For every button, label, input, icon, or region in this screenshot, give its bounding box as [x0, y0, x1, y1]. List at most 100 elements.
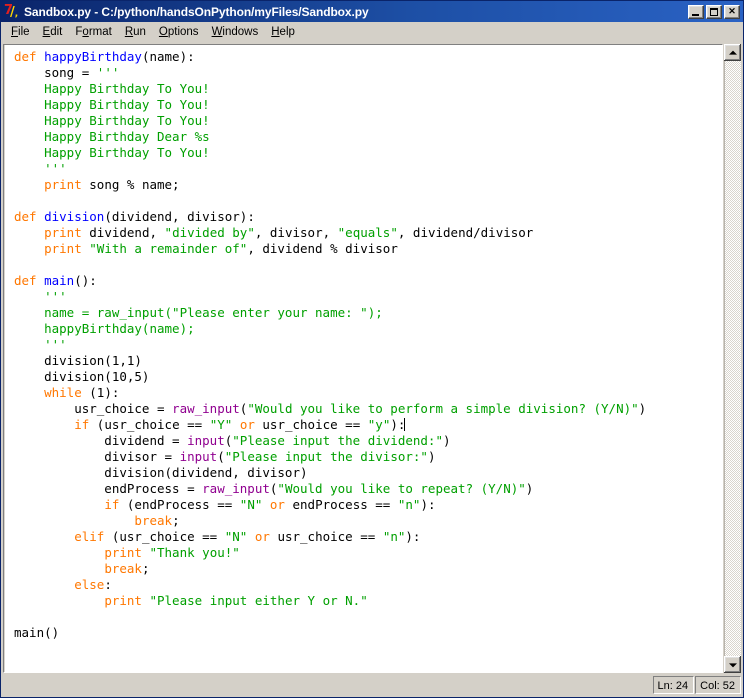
- code-token: print: [104, 545, 142, 560]
- code-token: ):: [420, 497, 436, 512]
- code-token: "Would you like to repeat? (Y/N)": [277, 481, 526, 496]
- editor-body: def happyBirthday(name): song = ''' Happ…: [1, 42, 743, 673]
- code-line: division(10,5): [14, 369, 722, 385]
- menu-item-windows[interactable]: Windows: [206, 24, 266, 40]
- code-token: or: [254, 529, 270, 544]
- code-token: dividend =: [14, 433, 188, 448]
- code-editor-frame[interactable]: def happyBirthday(name): song = ''' Happ…: [3, 44, 723, 673]
- code-token: (endProcess ==: [119, 497, 240, 512]
- code-line: ''': [14, 337, 722, 353]
- code-editor-viewport[interactable]: def happyBirthday(name): song = ''' Happ…: [4, 45, 722, 672]
- code-token: division(1,1): [14, 353, 142, 368]
- code-text-area[interactable]: def happyBirthday(name): song = ''' Happ…: [5, 45, 722, 641]
- minimize-button[interactable]: [688, 4, 704, 19]
- code-token: break: [104, 561, 142, 576]
- code-token: division(dividend, divisor): [14, 465, 308, 480]
- code-token: input: [179, 449, 218, 464]
- title-bar[interactable]: 7/, Sandbox.py - C:/python/handsOnPython…: [1, 1, 743, 22]
- code-token: ): [525, 481, 534, 496]
- code-token: Happy Birthday To You!: [14, 145, 210, 160]
- code-line: else:: [14, 577, 722, 593]
- menu-item-help[interactable]: Help: [265, 24, 302, 40]
- code-token: , dividend % divisor: [247, 241, 398, 256]
- code-token: "N": [224, 529, 248, 544]
- code-line: endProcess = raw_input("Would you like t…: [14, 481, 722, 497]
- code-token: "Y": [209, 417, 233, 432]
- code-token: def: [14, 49, 37, 64]
- vertical-scrollbar[interactable]: [724, 44, 741, 673]
- menu-bar: File Edit Format Run Options Windows Hel…: [1, 22, 743, 42]
- code-token: while: [44, 385, 82, 400]
- code-token: dividend,: [81, 225, 165, 240]
- code-token: "equals": [337, 225, 398, 240]
- code-token: break: [134, 513, 173, 528]
- menu-item-run[interactable]: Run: [119, 24, 153, 40]
- status-bar: Ln: 24 Col: 52: [1, 673, 743, 697]
- menu-item-file[interactable]: File: [5, 24, 37, 40]
- code-token: (1):: [81, 385, 120, 400]
- code-token: , dividend/divisor: [397, 225, 534, 240]
- code-token: print: [44, 225, 82, 240]
- code-line: Happy Birthday To You!: [14, 145, 722, 161]
- code-token: ):: [405, 529, 421, 544]
- vertical-scrollbar-track[interactable]: [724, 61, 741, 656]
- code-line: Happy Birthday To You!: [14, 113, 722, 129]
- code-token: :: [104, 577, 112, 592]
- code-token: or: [269, 497, 285, 512]
- code-token: print: [44, 241, 82, 256]
- code-line: name = raw_input("Please enter your name…: [14, 305, 722, 321]
- code-line: def division(dividend, divisor):: [14, 209, 722, 225]
- menu-item-edit[interactable]: Edit: [37, 24, 70, 40]
- code-token: ): [427, 449, 436, 464]
- code-token: Happy Birthday To You!: [14, 81, 210, 96]
- column-number-indicator: Col: 52: [695, 676, 741, 694]
- code-token: raw_input: [202, 481, 270, 496]
- code-token: divisor =: [14, 449, 180, 464]
- code-token: (: [217, 449, 225, 464]
- code-token: "Please input the divisor:": [224, 449, 428, 464]
- menu-item-format[interactable]: Format: [69, 24, 118, 40]
- code-token: Happy Birthday To You!: [14, 113, 210, 128]
- code-token: ''': [44, 337, 67, 352]
- code-token: usr_choice ==: [269, 529, 383, 544]
- code-line: divisor = input("Please input the diviso…: [14, 449, 722, 465]
- code-line: dividend = input("Please input the divid…: [14, 433, 722, 449]
- code-line: print song % name;: [14, 177, 722, 193]
- idle-editor-window: 7/, Sandbox.py - C:/python/handsOnPython…: [0, 0, 744, 698]
- code-line: Happy Birthday Dear %s: [14, 129, 722, 145]
- code-line: break;: [14, 561, 722, 577]
- code-token: endProcess ==: [284, 497, 398, 512]
- code-token: main: [44, 273, 75, 288]
- code-token: raw_input: [172, 401, 240, 416]
- code-token: if: [104, 497, 120, 512]
- code-token: "divided by": [164, 225, 255, 240]
- maximize-button[interactable]: [706, 4, 722, 19]
- code-token: "y": [367, 417, 391, 432]
- scroll-down-arrow-icon[interactable]: [724, 656, 741, 673]
- scroll-up-arrow-icon[interactable]: [724, 44, 741, 61]
- code-line: def main():: [14, 273, 722, 289]
- code-token: (dividend, divisor):: [104, 209, 255, 224]
- close-button[interactable]: ✕: [724, 4, 740, 19]
- code-line: ''': [14, 289, 722, 305]
- code-token: def: [14, 209, 37, 224]
- code-token: "n": [397, 497, 421, 512]
- code-token: ''': [96, 65, 120, 80]
- code-line: Happy Birthday To You!: [14, 81, 722, 97]
- code-token: usr_choice =: [14, 401, 173, 416]
- code-token: Happy Birthday Dear %s: [14, 129, 210, 144]
- code-token: if: [74, 417, 90, 432]
- menu-item-options[interactable]: Options: [153, 24, 206, 40]
- code-line: while (1):: [14, 385, 722, 401]
- window-controls: ✕: [688, 4, 741, 19]
